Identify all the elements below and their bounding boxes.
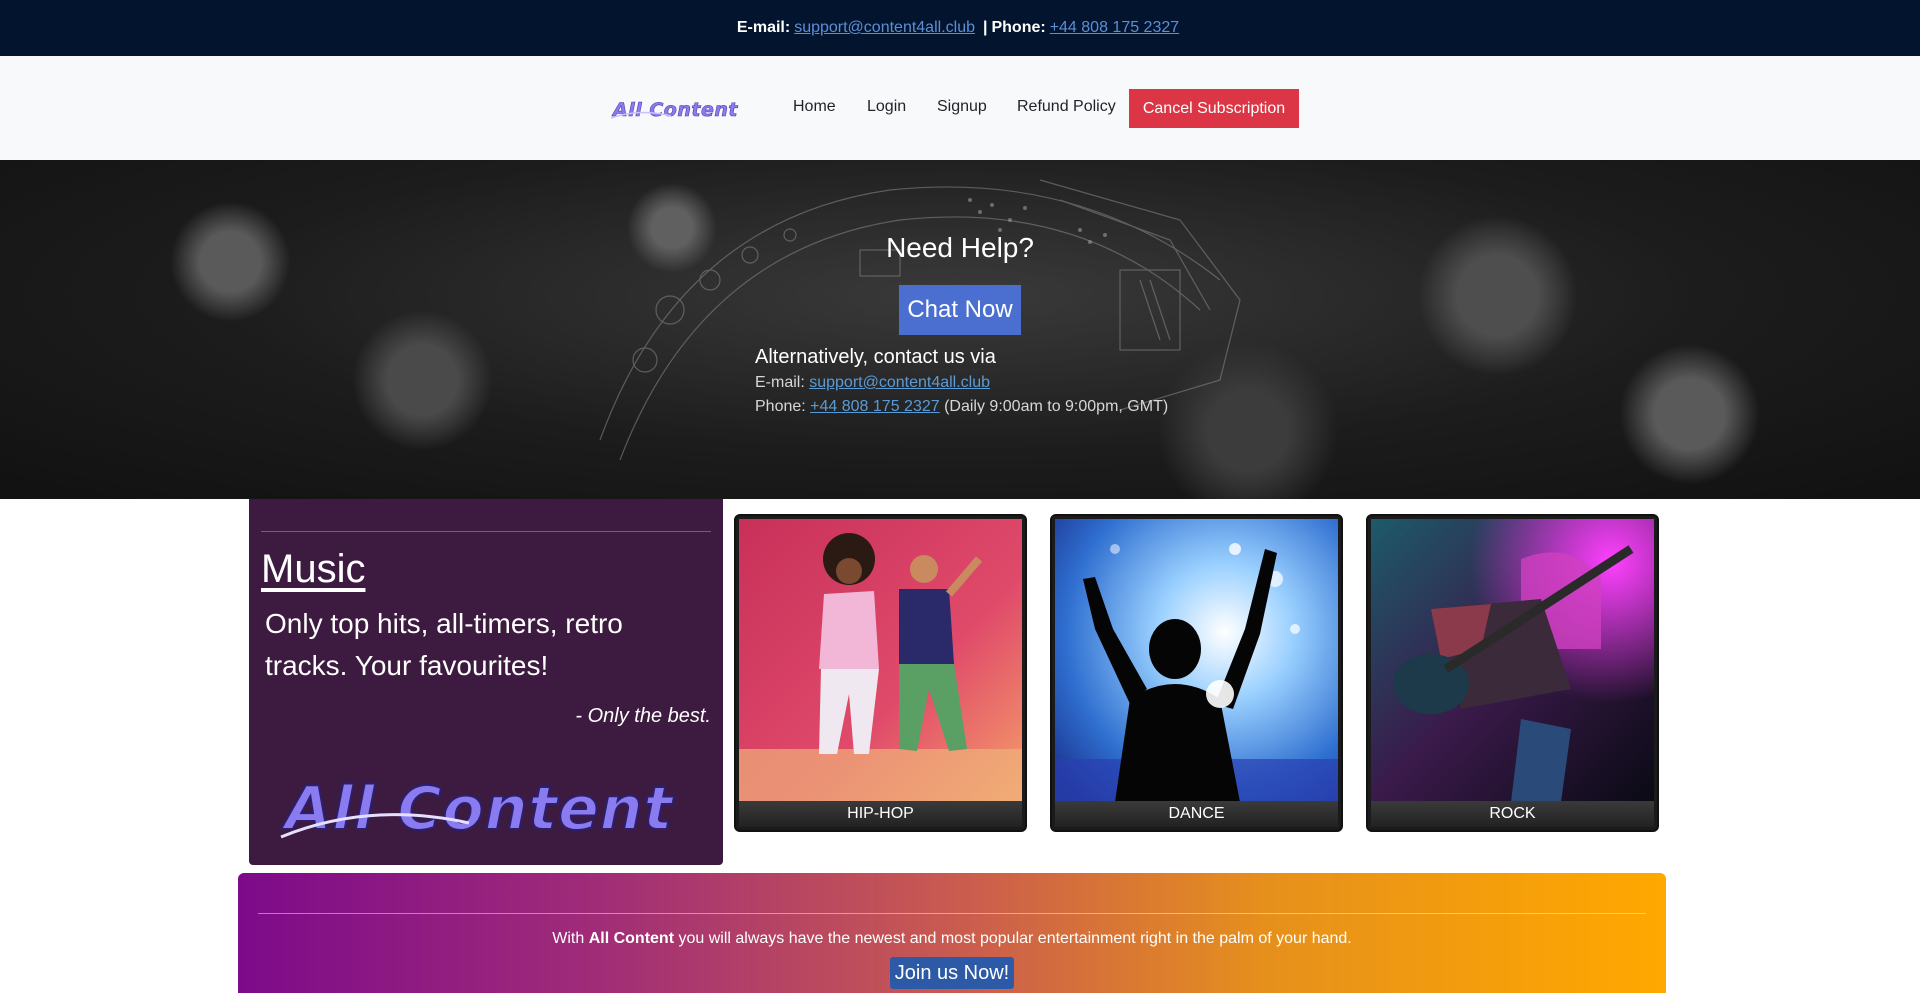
all-content-logo-large: All Content [280, 773, 675, 843]
hero-phone-line: Phone: +44 808 175 2327 (Daily 9:00am to… [755, 398, 1168, 416]
nav-refund-policy[interactable]: Refund Policy [1017, 98, 1116, 116]
music-category-panel: Music Only top hits, all-timers, retro t… [249, 499, 723, 865]
hero-email-line: E-mail: support@content4all.club [755, 374, 990, 392]
genre-label-dance: DANCE [1055, 801, 1338, 827]
topbar-phone-label: Phone: [991, 19, 1046, 36]
topbar-email-link[interactable]: support@content4all.club [794, 19, 975, 37]
hiphop-image [739, 519, 1022, 802]
logo-small-text: All Content [611, 99, 738, 121]
hero-email-link[interactable]: support@content4all.club [809, 374, 990, 391]
hero-phone-link[interactable]: +44 808 175 2327 [810, 398, 939, 415]
hero-hours: (Daily 9:00am to 9:00pm, GMT) [944, 398, 1169, 415]
rock-image [1371, 519, 1654, 802]
hero-email-label: E-mail: [755, 374, 805, 391]
dance-image [1055, 519, 1338, 802]
banner-suffix: you will always have the newest and most… [678, 930, 1352, 947]
music-title[interactable]: Music [261, 547, 365, 592]
chat-now-button[interactable]: Chat Now [899, 285, 1021, 335]
music-panel-divider [261, 531, 711, 532]
nav-login[interactable]: Login [867, 98, 906, 116]
genre-label-rock: ROCK [1371, 801, 1654, 827]
genre-card-dance[interactable]: DANCE [1050, 514, 1343, 832]
music-quote: - Only the best. [575, 705, 711, 727]
join-now-button[interactable]: Join us Now! [890, 957, 1014, 989]
contact-topbar: E-mail: support@content4all.club | Phone… [0, 0, 1920, 56]
help-hero: Need Help? Chat Now Alternatively, conta… [0, 160, 1920, 499]
all-content-logo-small[interactable]: All Content [611, 96, 739, 122]
nav-signup[interactable]: Signup [937, 98, 987, 116]
join-banner: With All Content you will always have th… [238, 873, 1666, 993]
need-help-heading: Need Help? [886, 232, 1034, 263]
cancel-subscription-button[interactable]: Cancel Subscription [1129, 89, 1299, 128]
genre-card-rock[interactable]: ROCK [1366, 514, 1659, 832]
main-navbar: All Content Home Login Signup Refund Pol… [0, 56, 1920, 160]
hero-phone-label: Phone: [755, 398, 806, 415]
logo-large-text: All Content [281, 774, 675, 843]
genre-label-hiphop: HIP-HOP [739, 801, 1022, 827]
nav-home[interactable]: Home [793, 98, 836, 116]
topbar-separator: | [982, 19, 988, 36]
banner-brand: All Content [588, 930, 675, 947]
topbar-phone-link[interactable]: +44 808 175 2327 [1050, 19, 1179, 37]
banner-text: With All Content you will always have th… [238, 930, 1666, 948]
alternative-contact-heading: Alternatively, contact us via [755, 346, 996, 368]
banner-prefix: With [552, 930, 585, 947]
genre-card-hiphop[interactable]: HIP-HOP [734, 514, 1027, 832]
topbar-email-label: E-mail: [736, 19, 791, 36]
banner-divider [258, 913, 1646, 914]
music-description: Only top hits, all-timers, retro tracks.… [265, 608, 623, 681]
